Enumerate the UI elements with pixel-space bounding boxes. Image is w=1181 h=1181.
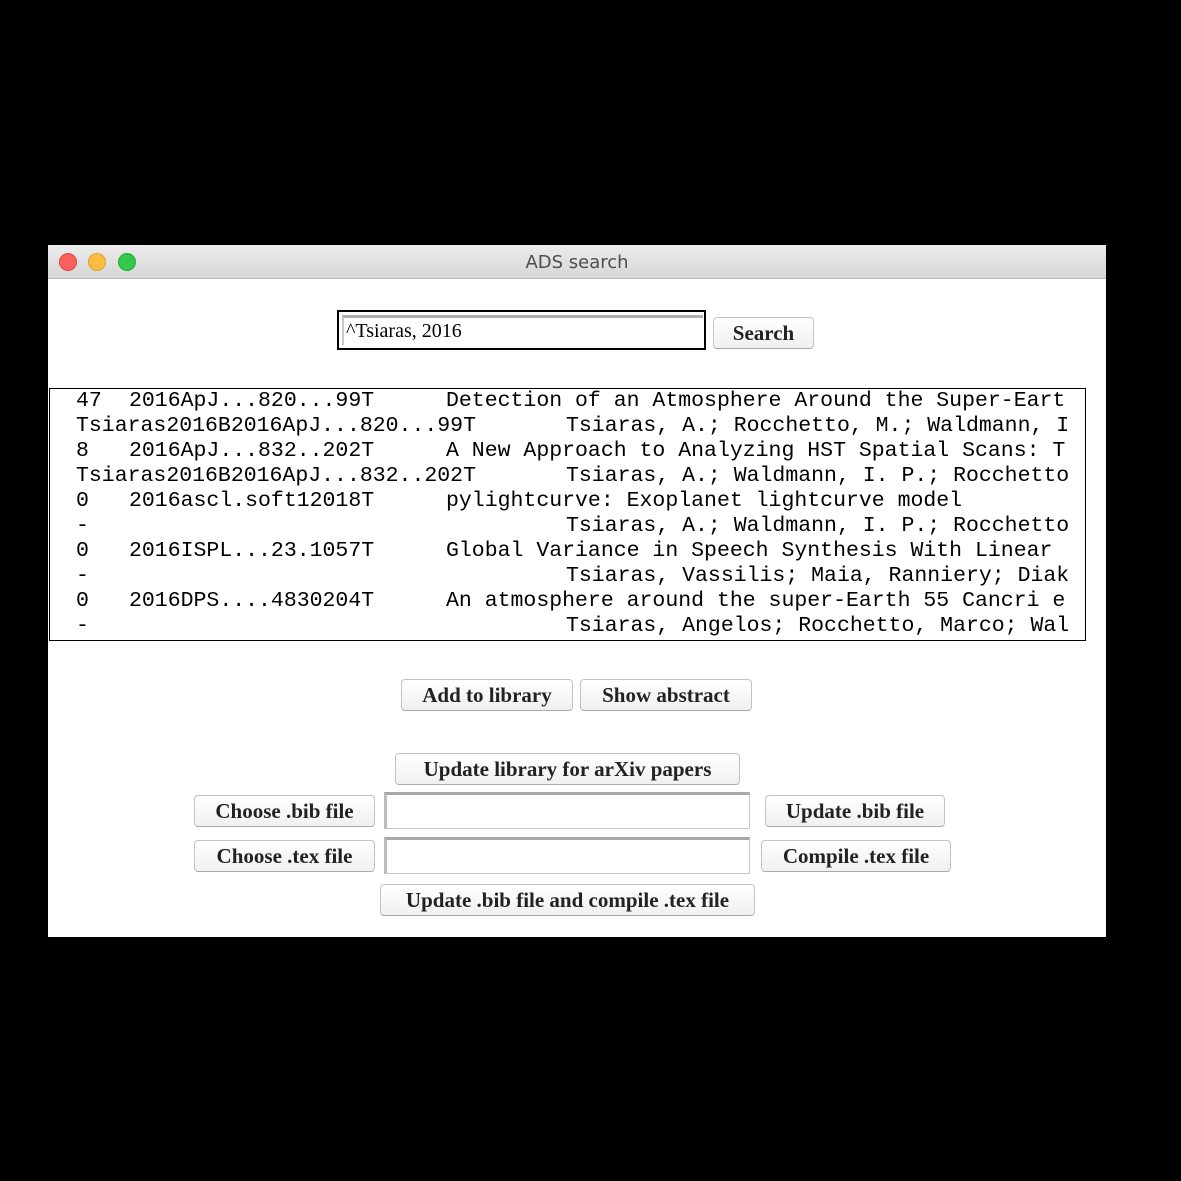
bib-file-field[interactable] [384,792,750,829]
choose-tex-button[interactable]: Choose .tex file [194,840,375,872]
citation-count: 0 [76,489,89,513]
update-arxiv-button[interactable]: Update library for arXiv papers [395,753,740,785]
paper-title: Global Variance in Speech Synthesis With… [446,539,1066,563]
result-row[interactable]: 0 2016ascl.soft12018T pylightcurve: Exop… [50,489,962,514]
bibcode: 2016ApJ...820...99T [129,389,375,413]
bibtex-key: Tsiaras2016B2016ApJ...832..202T [76,464,476,488]
bibtex-key: Tsiaras2016B2016ApJ...820...99T [76,414,476,438]
paper-title: An atmosphere around the super-Earth 55 … [446,589,1066,613]
citation-count: 47 [76,389,102,413]
result-row[interactable]: Tsiaras2016B2016ApJ...832..202T Tsiaras,… [50,464,1069,489]
paper-authors: Tsiaras, A.; Rocchetto, M.; Waldmann, I [566,414,1070,438]
result-row[interactable]: 47 2016ApJ...820...99T Detection of an A… [50,389,1065,414]
result-row[interactable]: 8 2016ApJ...832..202T A New Approach to … [50,439,1065,464]
ads-search-window: ADS search Search 47 2016ApJ...820...99T… [48,245,1106,937]
result-row[interactable]: 0 2016ISPL...23.1057T Global Variance in… [50,539,1052,564]
paper-title: Detection of an Atmosphere Around the Su… [446,389,1066,413]
search-field-focus-ring [337,310,706,350]
citation-count: 0 [76,589,89,613]
paper-title: pylightcurve: Exoplanet lightcurve model [446,489,963,513]
result-row[interactable]: 0 2016DPS....4830204T An atmosphere arou… [50,589,1065,614]
window-title: ADS search [525,252,629,273]
show-abstract-button[interactable]: Show abstract [580,679,752,711]
paper-authors: Tsiaras, Angelos; Rocchetto, Marco; Wal [566,614,1070,638]
citation-count: 0 [76,539,89,563]
bibcode: 2016DPS....4830204T [129,589,375,613]
paper-authors: Tsiaras, A.; Waldmann, I. P.; Rocchetto [566,514,1070,538]
search-input[interactable] [342,315,703,345]
citation-count: 8 [76,439,89,463]
bibtex-key: - [76,514,89,538]
paper-authors: Tsiaras, Vassilis; Maia, Ranniery; Diak [566,564,1070,588]
bibtex-key: - [76,614,89,638]
results-list[interactable]: 47 2016ApJ...820...99T Detection of an A… [49,388,1086,641]
compile-tex-button[interactable]: Compile .tex file [761,840,951,872]
bibcode: 2016ascl.soft12018T [129,489,375,513]
result-row[interactable]: - Tsiaras, Vassilis; Maia, Ranniery; Dia… [50,564,1069,589]
result-row[interactable]: Tsiaras2016B2016ApJ...820...99T Tsiaras,… [50,414,1069,439]
result-row[interactable]: - Tsiaras, Angelos; Rocchetto, Marco; Wa… [50,614,1069,639]
title-bar[interactable]: ADS search [48,245,1106,279]
tex-file-field[interactable] [384,837,750,874]
paper-title: A New Approach to Analyzing HST Spatial … [446,439,1066,463]
update-bib-and-compile-tex-button[interactable]: Update .bib file and compile .tex file [380,884,755,916]
bibtex-key: - [76,564,89,588]
bibcode: 2016ApJ...832..202T [129,439,375,463]
choose-bib-button[interactable]: Choose .bib file [194,795,375,827]
result-row[interactable]: - Tsiaras, A.; Waldmann, I. P.; Rocchett… [50,514,1069,539]
bibcode: 2016ISPL...23.1057T [129,539,375,563]
add-to-library-button[interactable]: Add to library [401,679,573,711]
search-button[interactable]: Search [713,317,814,349]
update-bib-button[interactable]: Update .bib file [765,795,945,827]
paper-authors: Tsiaras, A.; Waldmann, I. P.; Rocchetto [566,464,1070,488]
